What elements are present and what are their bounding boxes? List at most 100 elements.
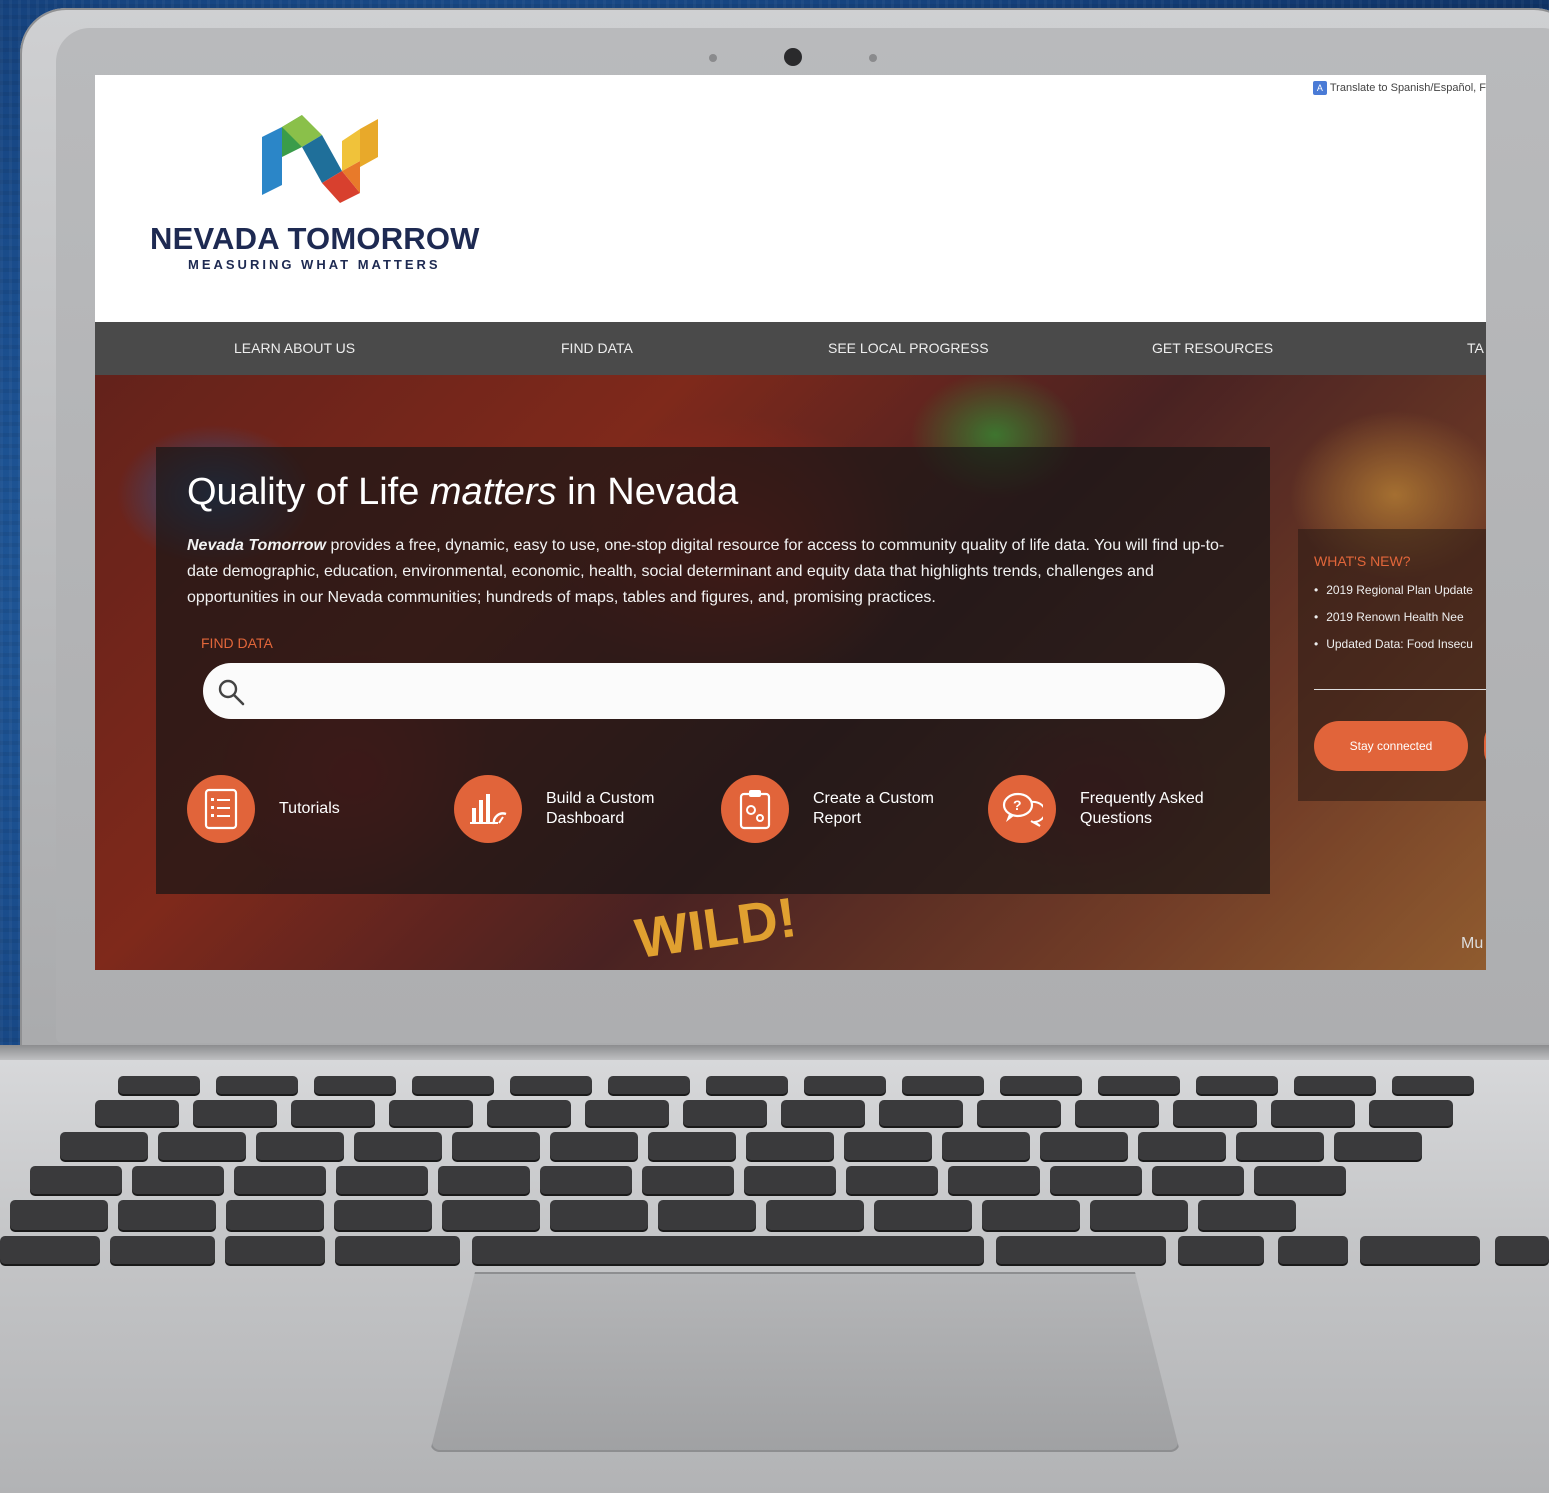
search-input[interactable] — [203, 663, 1225, 719]
keyboard-key — [95, 1100, 179, 1126]
keyboard-key — [1271, 1100, 1355, 1126]
quick-link-custom-report[interactable]: Create a Custom Report — [721, 773, 934, 845]
site-title[interactable]: NEVADA TOMORROW — [150, 221, 480, 257]
translate-link[interactable]: A Translate to Spanish/Español, F — [1312, 81, 1486, 95]
question-chat-icon: ? — [988, 775, 1056, 843]
quick-link-label: Create a Custom Report — [813, 790, 934, 827]
secondary-button[interactable] — [1484, 721, 1486, 771]
keyboard-key — [585, 1100, 669, 1126]
keyboard-key — [982, 1200, 1080, 1230]
quick-link-custom-dashboard[interactable]: Build a Custom Dashboard — [454, 773, 655, 845]
keyboard-key — [334, 1200, 432, 1230]
nav-find-data[interactable]: FIND DATA — [561, 322, 633, 375]
quick-link-faq[interactable]: ? Frequently Asked Questions — [988, 773, 1204, 845]
keyboard-key — [216, 1076, 298, 1094]
keyboard-key — [977, 1100, 1061, 1126]
keyboard-key — [1198, 1200, 1296, 1230]
keyboard-key — [10, 1200, 108, 1230]
keyboard-key — [1495, 1236, 1549, 1264]
keyboard-key — [118, 1076, 200, 1094]
quick-link-tutorials[interactable]: Tutorials — [187, 773, 340, 845]
keyboard-key — [412, 1076, 494, 1094]
keyboard-key — [1360, 1236, 1480, 1264]
keyboard-key — [1294, 1076, 1376, 1094]
whats-new-panel: WHAT'S NEW? 2019 Regional Plan Update 20… — [1298, 529, 1486, 801]
keyboard-key — [314, 1076, 396, 1094]
sensor-dot — [709, 54, 717, 62]
keyboard-key — [472, 1236, 984, 1264]
keyboard-key — [746, 1132, 834, 1160]
keyboard-key — [1178, 1236, 1264, 1264]
keyboard-key — [948, 1166, 1040, 1194]
keyboard-key — [1278, 1236, 1348, 1264]
trackpad[interactable] — [430, 1272, 1180, 1452]
keyboard-key — [781, 1100, 865, 1126]
search-icon[interactable] — [216, 677, 246, 707]
keyboard-key — [658, 1200, 756, 1230]
keyboard-key — [1196, 1076, 1278, 1094]
keyboard-key — [354, 1132, 442, 1160]
keyboard-key — [256, 1132, 344, 1160]
news-item[interactable]: 2019 Regional Plan Update — [1314, 583, 1473, 610]
divider — [1314, 689, 1486, 690]
keyboard-key — [1392, 1076, 1474, 1094]
quick-link-label: Tutorials — [279, 800, 340, 817]
nav-learn-about-us[interactable]: LEARN ABOUT US — [234, 322, 355, 375]
keyboard-key — [1040, 1132, 1128, 1160]
keyboard-key — [942, 1132, 1030, 1160]
keyboard-key — [744, 1166, 836, 1194]
site-tagline: MEASURING WHAT MATTERS — [188, 257, 441, 272]
translate-label: Translate to Spanish/Español, F — [1329, 82, 1486, 94]
keyboard-key — [234, 1166, 326, 1194]
dashboard-chart-icon — [454, 775, 522, 843]
keyboard-key — [0, 1236, 100, 1264]
keyboard-key — [706, 1076, 788, 1094]
nav-see-local-progress[interactable]: SEE LOCAL PROGRESS — [828, 322, 989, 375]
keyboard-key — [118, 1200, 216, 1230]
nav-get-resources[interactable]: GET RESOURCES — [1152, 322, 1273, 375]
keyboard-key — [1000, 1076, 1082, 1094]
keyboard-key — [1369, 1100, 1453, 1126]
keyboard-key — [1075, 1100, 1159, 1126]
keyboard-key — [1050, 1166, 1142, 1194]
keyboard-key — [225, 1236, 325, 1264]
find-data-label: FIND DATA — [201, 635, 273, 651]
keyboard-key — [1138, 1132, 1226, 1160]
keyboard-key — [844, 1132, 932, 1160]
clipboard-gear-icon — [721, 775, 789, 843]
webcam — [784, 48, 802, 66]
keyboard-key — [902, 1076, 984, 1094]
stay-connected-button[interactable]: Stay connected — [1314, 721, 1468, 771]
keyboard-key — [1254, 1166, 1346, 1194]
checklist-icon — [187, 775, 255, 843]
nevada-tomorrow-logo-icon[interactable] — [260, 107, 380, 207]
keyboard-key — [1236, 1132, 1324, 1160]
keyboard-key — [226, 1200, 324, 1230]
keyboard-key — [608, 1076, 690, 1094]
keyboard-key — [550, 1200, 648, 1230]
keyboard-key — [550, 1132, 638, 1160]
keyboard-key — [389, 1100, 473, 1126]
keyboard-key — [766, 1200, 864, 1230]
keyboard-key — [648, 1132, 736, 1160]
keyboard-key — [110, 1236, 215, 1264]
keyboard-key — [438, 1166, 530, 1194]
quick-link-label: Frequently Asked Questions — [1080, 790, 1204, 827]
keyboard-key — [335, 1236, 460, 1264]
keyboard-key — [442, 1200, 540, 1230]
nav-truncated[interactable]: TA — [1467, 322, 1484, 375]
svg-text:?: ? — [1013, 797, 1022, 813]
keyboard-key — [487, 1100, 571, 1126]
keyboard — [0, 1074, 1549, 1264]
hero-panel: Quality of Life matters in Nevada Nevada… — [156, 447, 1270, 894]
keyboard-key — [642, 1166, 734, 1194]
keyboard-key — [1173, 1100, 1257, 1126]
keyboard-key — [158, 1132, 246, 1160]
news-item[interactable]: 2019 Renown Health Nee — [1314, 610, 1473, 637]
sensor-dot — [869, 54, 877, 62]
news-item[interactable]: Updated Data: Food Insecu — [1314, 637, 1473, 664]
quick-link-label: Build a Custom Dashboard — [546, 790, 655, 827]
keyboard-key — [846, 1166, 938, 1194]
keyboard-key — [540, 1166, 632, 1194]
keyboard-key — [452, 1132, 540, 1160]
